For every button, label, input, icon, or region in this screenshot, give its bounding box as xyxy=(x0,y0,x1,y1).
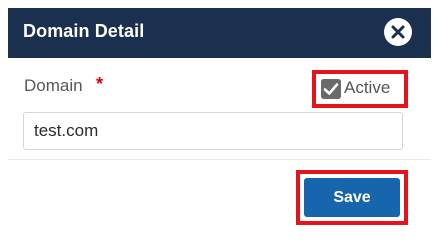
close-icon xyxy=(385,19,411,45)
dialog-title: Domain Detail xyxy=(23,21,145,41)
active-label: Active xyxy=(344,78,391,97)
dialog-header: Domain Detail xyxy=(8,8,431,58)
save-button[interactable]: Save xyxy=(304,178,400,217)
checkmark-icon xyxy=(321,79,341,99)
footer-divider xyxy=(8,159,431,160)
close-button[interactable] xyxy=(384,18,412,46)
domain-input[interactable] xyxy=(23,112,403,150)
required-marker: * xyxy=(96,74,104,94)
domain-detail-dialog: Domain Detail Domain * Active Save xyxy=(8,8,431,238)
active-checkbox[interactable] xyxy=(321,79,341,99)
domain-label: Domain xyxy=(24,76,83,95)
